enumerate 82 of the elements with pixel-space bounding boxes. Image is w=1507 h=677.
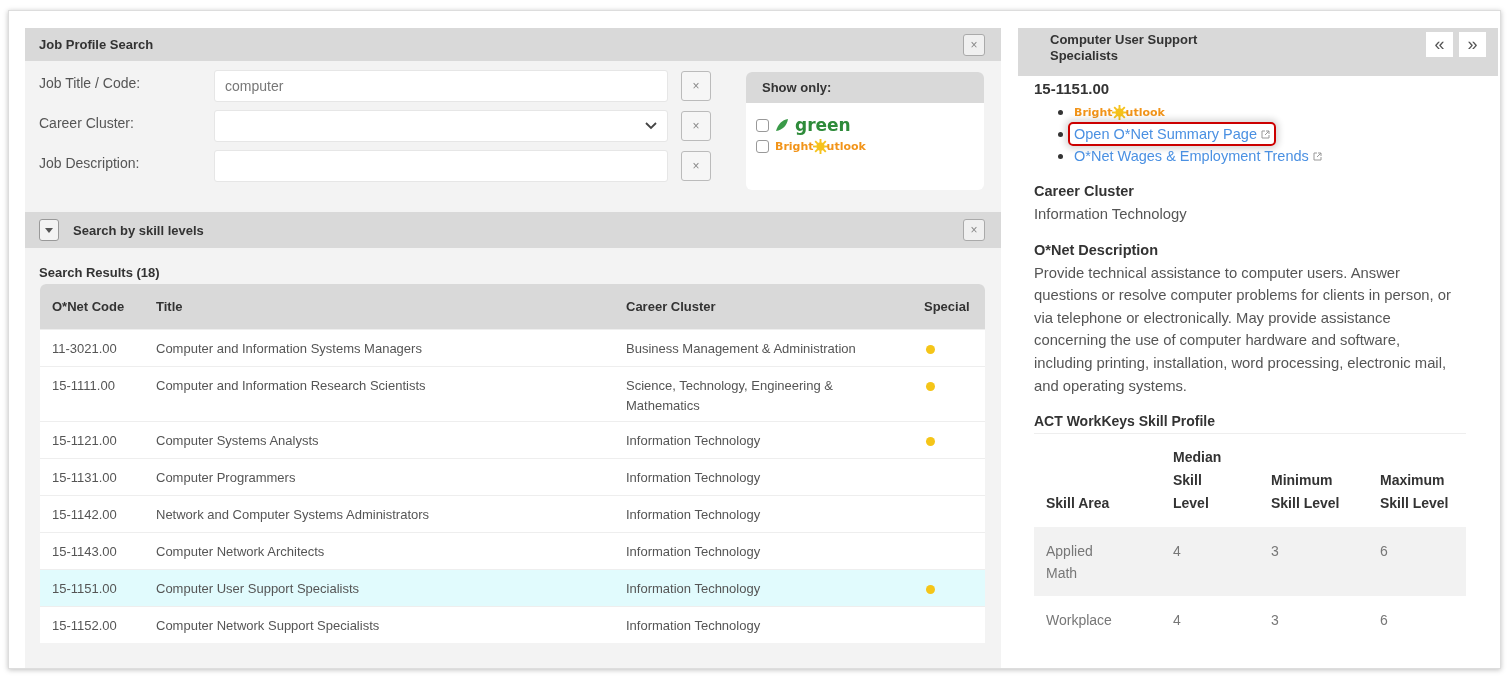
field-label: Career Cluster: xyxy=(39,114,135,131)
detail-title: Computer User Support Specialists xyxy=(1050,32,1199,64)
external-link-icon xyxy=(1312,151,1322,161)
clear-button[interactable]: × xyxy=(681,71,711,101)
table-cell-text: Information Technology xyxy=(625,469,762,487)
table-cell-text: 15-1151.00 xyxy=(51,580,118,598)
result-row[interactable]: 15-1131.00 Computer Programmers Information Technology xyxy=(40,458,985,495)
section-heading: Career Cluster xyxy=(1034,183,1135,199)
sun-icon xyxy=(812,139,828,154)
result-row[interactable]: 15-1121.00 Computer Systems Analysts Information Technology xyxy=(40,421,985,458)
table-cell-text: 15-1111.00 xyxy=(51,377,116,395)
section-text: Information Technology xyxy=(1034,205,1188,224)
field-label: Job Title / Code: xyxy=(39,74,142,91)
section-text: Provide technical assistance to computer users. Answer questions or resolve computer problems for clients in person, or via telephone or electronically. May provide assistance concerning the use of computer hardware and software, including printing, installation, word processing, electronic mail, and operating systems. xyxy=(1034,263,1452,396)
column-header: Minimum Skill Level xyxy=(1259,434,1368,528)
column-header: Career Cluster xyxy=(625,299,717,314)
next-button[interactable]: » xyxy=(1459,32,1486,57)
table-cell-text: Computer User Support Specialists xyxy=(155,580,361,598)
table-cell: 3 xyxy=(1259,527,1368,597)
section-heading: ACT WorkKeys Skill Profile xyxy=(1034,413,1466,435)
expand-toggle-button[interactable] xyxy=(39,219,59,241)
table-cell-text: Information Technology xyxy=(625,617,762,635)
table-cell-text: 15-1121.00 xyxy=(51,432,118,450)
table-cell-text: Network and Computer Systems Administrators xyxy=(155,506,431,524)
section-heading: O*Net Description xyxy=(1034,241,1160,258)
result-row[interactable]: 15-1142.00 Network and Computer Systems Administrators Information Technology xyxy=(40,495,985,532)
table-cell: 4 xyxy=(1161,596,1259,644)
column-header: Skill Area xyxy=(1034,434,1161,528)
chevron-down-icon xyxy=(645,122,657,130)
result-row[interactable]: 11-3021.00 Computer and Information Systems Managers Business Management & Administration xyxy=(40,329,985,366)
bright-outlook-logo: Bright utlook xyxy=(1074,104,1165,120)
occupation-code: 15-1151.00 xyxy=(1034,80,1111,97)
results-title: Search Results (18) xyxy=(39,265,161,280)
table-cell-text: 15-1152.00 xyxy=(51,617,118,635)
result-row[interactable]: 15-1111.00 Computer and Information Research Scientists Science, Technology, Engineering & Mathematics xyxy=(40,366,985,421)
table-cell: 4 xyxy=(1161,527,1259,597)
result-row[interactable]: 15-1151.00 Computer User Support Specialists Information Technology xyxy=(40,569,985,606)
clear-button[interactable]: × xyxy=(681,151,711,181)
table-cell-text: Computer Network Support Specialists xyxy=(155,617,381,635)
external-link-icon xyxy=(1260,129,1270,139)
column-header: O*Net Code xyxy=(51,299,126,314)
table-cell: Workplace xyxy=(1034,596,1161,644)
caret-icon xyxy=(45,227,53,233)
column-header: Special xyxy=(923,299,971,314)
section-title: Search by skill levels xyxy=(73,222,205,238)
table-cell-text: Computer Network Architects xyxy=(155,543,326,561)
field-label: Job Description: xyxy=(39,154,141,171)
filter-card-title: Show only: xyxy=(746,72,984,103)
column-header: Title xyxy=(155,299,184,314)
table-cell-text: Computer Systems Analysts xyxy=(155,432,320,450)
table-cell-text: Information Technology xyxy=(625,543,762,561)
table-cell-text: 15-1142.00 xyxy=(51,506,118,524)
column-header: Maximum Skill Level xyxy=(1368,434,1466,528)
result-row[interactable]: 15-1152.00 Computer Network Support Specialists Information Technology xyxy=(40,606,985,643)
eco-logo: green xyxy=(795,115,851,135)
table-cell-text: 11-3021.00 xyxy=(51,340,118,358)
table-cell-text: Information Technology xyxy=(625,580,762,598)
table-cell-text: Business Management & Administration xyxy=(625,340,857,358)
previous-button[interactable]: « xyxy=(1426,32,1453,57)
table-cell-text: Science, Technology, Engineering & Mathematics xyxy=(625,377,834,415)
leaf-icon xyxy=(775,118,789,132)
sun-icon xyxy=(1111,104,1127,120)
table-cell-text: Computer Programmers xyxy=(155,469,297,487)
panel-title: Job Profile Search xyxy=(39,37,155,52)
bright-outlook-logo: Bright utlook xyxy=(775,139,866,154)
table-cell-text: 15-1143.00 xyxy=(51,543,118,561)
table-cell: 6 xyxy=(1368,596,1466,644)
table-cell-text: Computer and Information Research Scientists xyxy=(155,377,427,395)
table-cell: 3 xyxy=(1259,596,1368,644)
filter-checkbox[interactable] xyxy=(756,140,769,153)
table-cell-text: 15-1131.00 xyxy=(51,469,118,487)
column-header: Median Skill Level xyxy=(1161,434,1259,528)
text-field[interactable] xyxy=(214,150,668,182)
table-cell-text: Information Technology xyxy=(625,432,762,450)
table-cell: 6 xyxy=(1368,527,1466,597)
table-cell-text: Information Technology xyxy=(625,506,762,524)
filter-checkbox[interactable] xyxy=(756,118,769,132)
dropdown-field[interactable] xyxy=(214,110,668,142)
table-cell-text: Computer and Information Systems Managers xyxy=(155,340,423,358)
clear-button[interactable]: × xyxy=(681,111,711,141)
text-field[interactable]: computer xyxy=(214,70,668,102)
table-cell: Applied Math xyxy=(1034,527,1161,597)
